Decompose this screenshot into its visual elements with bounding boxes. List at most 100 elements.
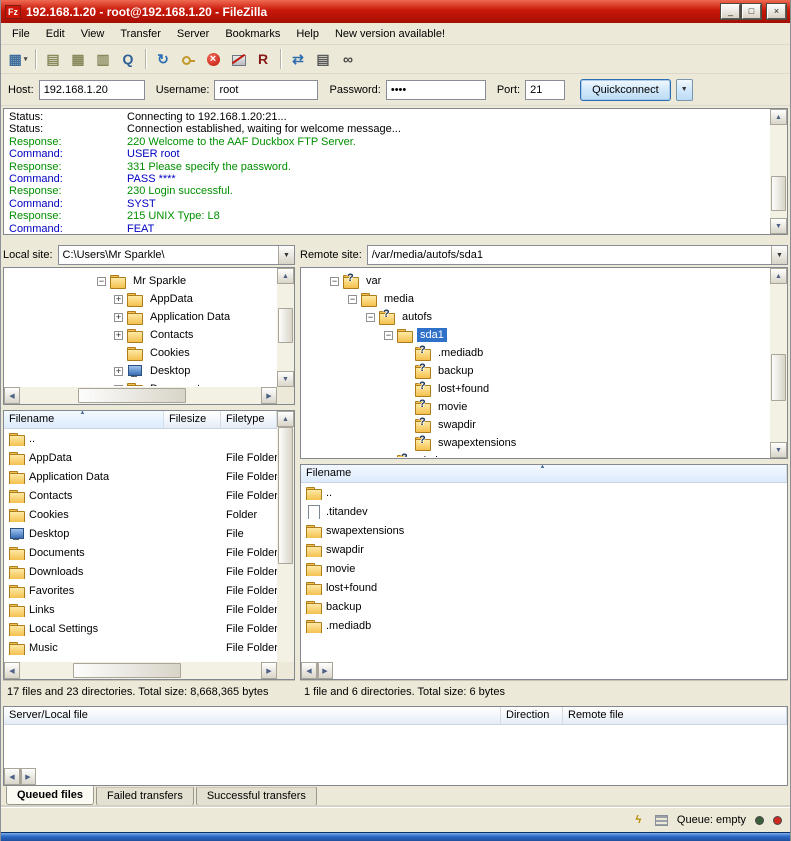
- column-header-filename[interactable]: ▲Filename: [4, 411, 164, 428]
- local-tree-hscrollbar[interactable]: ◀▶: [4, 387, 277, 404]
- remote-tree-vscrollbar[interactable]: ▲▼: [770, 268, 787, 458]
- local-tree-item-documents[interactable]: +Documents: [5, 380, 276, 386]
- tree-expander-icon[interactable]: −: [348, 295, 357, 304]
- scroll-thumb[interactable]: [771, 176, 786, 211]
- tree-expander-icon[interactable]: +: [114, 385, 123, 387]
- menu-item-bookmarks[interactable]: Bookmarks: [217, 25, 288, 43]
- combo-dropdown-icon[interactable]: ▼: [278, 246, 294, 264]
- tree-expander-icon[interactable]: +: [114, 313, 123, 322]
- sync-browsing-icon[interactable]: ⇄: [286, 48, 310, 70]
- dropdown-arrow-icon[interactable]: ▾: [24, 55, 28, 63]
- scroll-arrow-down-icon[interactable]: ▼: [770, 218, 787, 234]
- queue-column-remote-file[interactable]: Remote file: [563, 707, 787, 724]
- local-file-row-item[interactable]: ..: [4, 429, 277, 448]
- refresh-icon[interactable]: ↻: [151, 48, 175, 70]
- local-site-input[interactable]: [59, 246, 278, 264]
- remote-tree-item-swapextensions[interactable]: ?swapextensions: [302, 434, 769, 452]
- local-file-row-application-data[interactable]: Application DataFile Folder: [4, 467, 277, 486]
- local-tree-vscrollbar[interactable]: ▲▼: [277, 268, 294, 387]
- minimize-button[interactable]: _: [721, 4, 740, 19]
- queue-column-server-local-file[interactable]: Server/Local file: [4, 707, 501, 724]
- scroll-thumb[interactable]: [771, 354, 786, 401]
- tree-expander-icon[interactable]: −: [366, 313, 375, 322]
- scroll-arrow-down-icon[interactable]: ▼: [770, 442, 787, 458]
- tab-failed-transfers[interactable]: Failed transfers: [96, 787, 194, 806]
- tree-expander-icon[interactable]: +: [114, 367, 123, 376]
- local-file-row-favorites[interactable]: FavoritesFile Folder: [4, 581, 277, 600]
- remote-file-row-backup[interactable]: backup: [301, 597, 787, 616]
- local-file-row-contacts[interactable]: ContactsFile Folder: [4, 486, 277, 505]
- message-log-toggle-icon[interactable]: ▤: [41, 48, 65, 70]
- scroll-arrow-up-icon[interactable]: ▲: [770, 109, 787, 125]
- queue-hscrollbar[interactable]: ◀▶: [4, 768, 36, 785]
- speed-limit-icon[interactable]: ϟ: [631, 813, 646, 827]
- tree-expander-icon[interactable]: −: [97, 277, 106, 286]
- scroll-arrow-left-icon[interactable]: ◀: [301, 662, 317, 679]
- local-file-row-documents[interactable]: DocumentsFile Folder: [4, 543, 277, 562]
- key-icon[interactable]: [176, 48, 200, 70]
- scroll-track[interactable]: [20, 662, 261, 679]
- scroll-arrow-up-icon[interactable]: ▲: [770, 268, 787, 284]
- remote-tree-item-backup[interactable]: ?backup: [302, 362, 769, 380]
- directory-comparison-icon[interactable]: ▤: [311, 48, 335, 70]
- port-input[interactable]: [525, 80, 565, 100]
- scroll-arrow-right-icon[interactable]: ▶: [261, 387, 277, 404]
- remote-file-row-item[interactable]: ..: [301, 483, 787, 502]
- scroll-arrow-down-icon[interactable]: ▼: [277, 371, 294, 387]
- remote-tree-item-sda1[interactable]: −sda1: [302, 326, 769, 344]
- menu-item-transfer[interactable]: Transfer: [112, 25, 169, 43]
- menu-item-help[interactable]: Help: [288, 25, 327, 43]
- scroll-thumb[interactable]: [73, 663, 181, 678]
- scroll-thumb[interactable]: [317, 663, 319, 678]
- scroll-thumb[interactable]: [278, 308, 293, 343]
- scroll-track[interactable]: [20, 387, 261, 404]
- tab-queued-files[interactable]: Queued files: [6, 786, 94, 805]
- local-site-combo[interactable]: ▼: [58, 245, 295, 265]
- queue-toggle-icon[interactable]: Q: [116, 48, 140, 70]
- local-tree-item-cookies[interactable]: Cookies: [5, 344, 276, 362]
- remote-file-row-movie[interactable]: movie: [301, 559, 787, 578]
- remote-file-row-titandev[interactable]: .titandev: [301, 502, 787, 521]
- remote-tree-item-swapdir[interactable]: ?swapdir: [302, 416, 769, 434]
- local-file-row-links[interactable]: LinksFile Folder: [4, 600, 277, 619]
- combo-dropdown-icon[interactable]: ▼: [771, 246, 787, 264]
- site-manager-icon[interactable]: ▦▾: [6, 48, 30, 70]
- scroll-thumb[interactable]: [278, 427, 293, 564]
- local-file-row-music[interactable]: MusicFile Folder: [4, 638, 277, 657]
- local-tree-item-mr-sparkle[interactable]: −Mr Sparkle: [5, 272, 276, 290]
- remote-tree-item-dvd[interactable]: +?dvd: [302, 452, 769, 457]
- menu-item-file[interactable]: File: [4, 25, 38, 43]
- tree-expander-icon[interactable]: −: [384, 331, 393, 340]
- scroll-arrow-left-icon[interactable]: ◀: [4, 387, 20, 404]
- local-file-row-cookies[interactable]: CookiesFolder: [4, 505, 277, 524]
- menu-item-view[interactable]: View: [73, 25, 113, 43]
- local-tree-item-application-data[interactable]: +Application Data: [5, 308, 276, 326]
- disconnect-icon[interactable]: [226, 48, 250, 70]
- queue-column-direction[interactable]: Direction: [501, 707, 563, 724]
- scroll-arrow-right-icon[interactable]: ▶: [261, 662, 277, 679]
- scroll-arrow-up-icon[interactable]: ▲: [277, 268, 294, 284]
- tree-expander-icon[interactable]: +: [384, 457, 393, 458]
- tree-expander-icon[interactable]: +: [114, 295, 123, 304]
- remote-tree-item-lost-found[interactable]: ?lost+found: [302, 380, 769, 398]
- scroll-track[interactable]: [770, 125, 787, 218]
- remote-site-combo[interactable]: ▼: [367, 245, 788, 265]
- local-tree-item-desktop[interactable]: +Desktop: [5, 362, 276, 380]
- local-list-vscrollbar[interactable]: ▲▼: [277, 411, 294, 679]
- scroll-track[interactable]: [277, 427, 294, 663]
- remote-tree-item-var[interactable]: −?var: [302, 272, 769, 290]
- tab-successful-transfers[interactable]: Successful transfers: [196, 787, 317, 806]
- tree-expander-icon[interactable]: −: [330, 277, 339, 286]
- cancel-icon[interactable]: [201, 48, 225, 70]
- log-scrollbar[interactable]: ▲▼: [770, 109, 787, 234]
- remote-site-input[interactable]: [368, 246, 771, 264]
- remote-tree-item-mediadb[interactable]: ?.mediadb: [302, 344, 769, 362]
- remote-list-hscrollbar[interactable]: ◀▶: [301, 662, 333, 679]
- maximize-button[interactable]: □: [742, 4, 761, 19]
- remote-tree-toggle-icon[interactable]: ▥: [91, 48, 115, 70]
- username-input[interactable]: [214, 80, 318, 100]
- column-header-filetype[interactable]: Filetype: [221, 411, 277, 428]
- local-file-row-desktop[interactable]: DesktopFile: [4, 524, 277, 543]
- scroll-track[interactable]: [277, 284, 294, 371]
- quickconnect-button[interactable]: Quickconnect: [580, 79, 671, 101]
